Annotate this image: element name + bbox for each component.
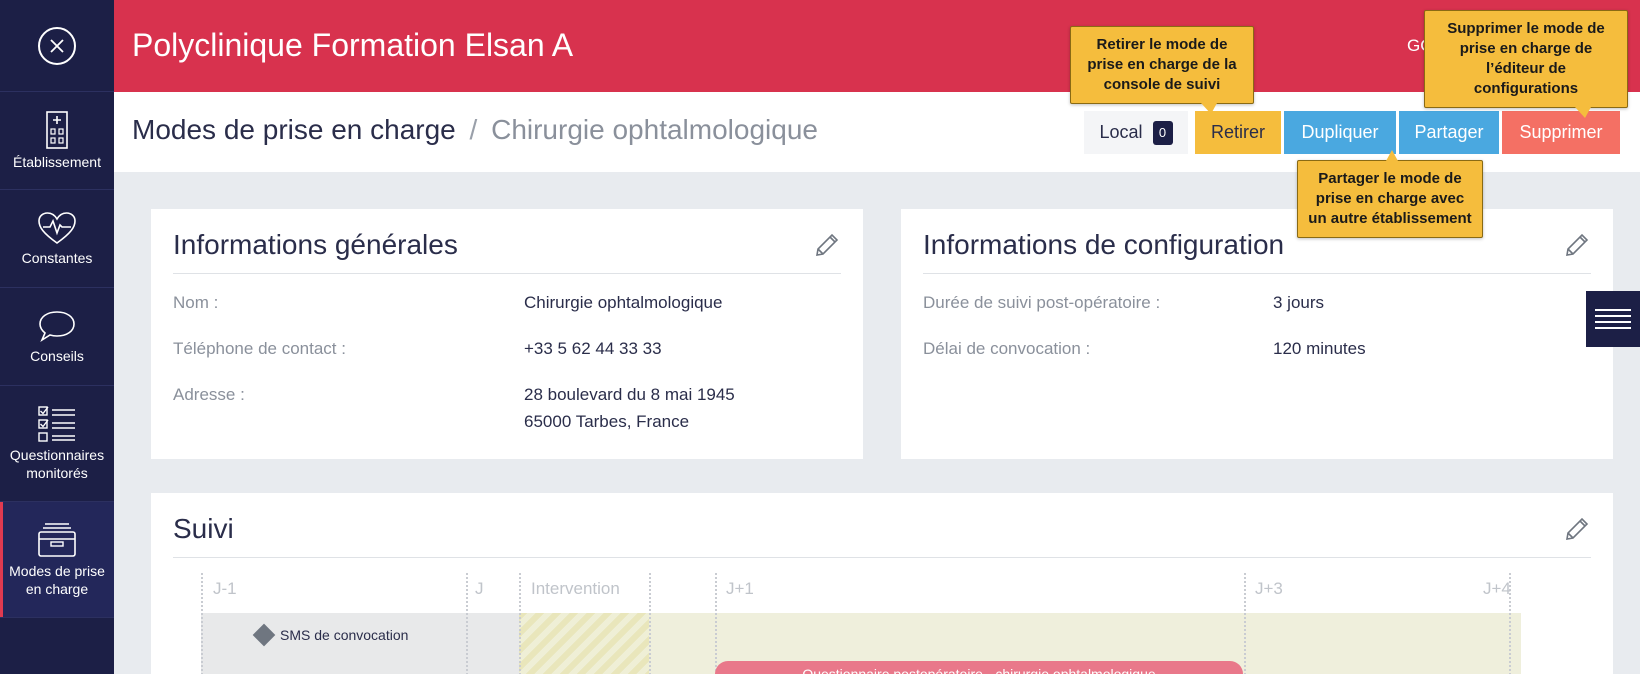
local-count-badge: 0 xyxy=(1152,120,1173,145)
hospital-icon xyxy=(46,110,68,149)
field-label: Durée de suivi post-opératoire : xyxy=(923,293,1161,312)
heart-pulse-icon xyxy=(38,211,76,244)
menu-line xyxy=(1595,321,1631,323)
timeline-marker-line xyxy=(1244,573,1246,674)
checklist-icon xyxy=(38,405,75,442)
dupliquer-button[interactable]: Dupliquer xyxy=(1284,111,1396,154)
timeline-label: Intervention xyxy=(531,579,620,598)
card-title: Informations générales xyxy=(173,229,458,260)
menu-line xyxy=(1595,315,1631,317)
timeline: J-1 J Intervention J+1 J+3 J+4 SMS de co… xyxy=(201,573,1521,674)
close-icon xyxy=(38,26,76,65)
field-label: Nom : xyxy=(173,293,219,312)
timeline-label: J+1 xyxy=(726,579,754,598)
tooltip-supprimer: Supprimer le mode de prise en charge de … xyxy=(1424,10,1628,118)
tooltip-retirer: Retirer le mode de prise en charge de la… xyxy=(1070,26,1254,114)
timeline-marker-line xyxy=(649,573,651,674)
partager-button[interactable]: Partager xyxy=(1399,111,1499,154)
breadcrumb-separator: / xyxy=(469,114,478,145)
sms-event-label: SMS de convocation xyxy=(280,627,409,643)
sidebar-item-label: Conseils xyxy=(30,347,84,364)
field-value-line1: 28 boulevard du 8 mai 1945 xyxy=(524,385,735,404)
timeline-label: J+4 xyxy=(1483,579,1511,598)
side-panel-toggle[interactable] xyxy=(1586,291,1640,347)
menu-lines-icon xyxy=(1595,309,1631,311)
timeline-label: J-1 xyxy=(213,579,237,598)
local-status: Local 0 xyxy=(1084,111,1188,154)
supprimer-button[interactable]: Supprimer xyxy=(1502,111,1620,154)
card-divider xyxy=(173,273,841,274)
timeline-track-before xyxy=(201,613,519,674)
field-value: 3 jours xyxy=(1273,293,1325,312)
card-divider xyxy=(923,273,1591,274)
sidebar-item-label: Modes de prise en charge xyxy=(9,562,105,597)
config-info-card: Informations de configuration Durée de s… xyxy=(901,209,1613,459)
sms-event[interactable]: SMS de convocation xyxy=(252,623,409,647)
timeline-marker-line xyxy=(466,573,468,674)
diamond-icon xyxy=(252,623,276,647)
timeline-intervention-zone xyxy=(519,613,649,674)
breadcrumb-parent[interactable]: Modes de prise en charge xyxy=(132,114,456,145)
card-title: Suivi xyxy=(173,513,234,544)
field-value: Chirurgie ophtalmologique xyxy=(524,293,723,312)
retirer-button[interactable]: Retirer xyxy=(1195,111,1281,154)
field-label: Délai de convocation : xyxy=(923,339,1091,358)
field-value-line2: 65000 Tarbes, France xyxy=(524,412,690,431)
timeline-marker-line xyxy=(201,573,203,674)
sidebar: Établissement Constantes Conseils Questi… xyxy=(0,0,114,674)
sidebar-item-label: Établissement xyxy=(13,153,101,170)
timeline-marker-line xyxy=(715,573,717,674)
app-title: Polyclinique Formation Elsan A xyxy=(132,27,574,63)
field-label: Adresse : xyxy=(173,385,245,404)
pencil-icon[interactable] xyxy=(1563,515,1591,543)
sidebar-item-modes-prise-en-charge[interactable]: Modes de prise en charge xyxy=(0,502,114,618)
local-label: Local xyxy=(1099,122,1143,142)
field-value: 120 minutes xyxy=(1273,339,1366,358)
suivi-card: Suivi J-1 J Intervention J+1 J+3 J+4 SMS… xyxy=(151,493,1613,674)
breadcrumb: Modes de prise en charge / Chirurgie oph… xyxy=(132,114,818,146)
pencil-icon[interactable] xyxy=(813,231,841,259)
sidebar-item-conseils[interactable]: Conseils xyxy=(0,288,114,386)
card-title: Informations de configuration xyxy=(923,229,1285,260)
sidebar-item-constantes[interactable]: Constantes xyxy=(0,190,114,288)
sidebar-item-questionnaires[interactable]: Questionnaires monitorés xyxy=(0,386,114,502)
sidebar-item-etablissement[interactable]: Établissement xyxy=(0,92,114,190)
menu-line xyxy=(1595,327,1631,329)
breadcrumb-current: Chirurgie ophtalmologique xyxy=(491,114,818,145)
app-header: Polyclinique Formation Elsan A GC xyxy=(114,0,1640,92)
tooltip-partager: Partager le mode de prise en charge avec… xyxy=(1297,150,1483,238)
archive-box-icon xyxy=(38,522,76,557)
card-divider xyxy=(173,557,1591,558)
timeline-marker-line xyxy=(519,573,521,674)
sidebar-item-label: Constantes xyxy=(21,249,93,266)
timeline-label: J+3 xyxy=(1255,579,1283,598)
general-info-card: Informations générales Nom : Chirurgie o… xyxy=(151,209,863,459)
questionnaire-event-bar[interactable]: Questionnaire postopératoire - chirurgie… xyxy=(715,661,1243,674)
field-value: +33 5 62 44 33 33 xyxy=(524,339,662,358)
timeline-label: J xyxy=(475,579,484,598)
field-label: Téléphone de contact : xyxy=(173,339,346,358)
close-menu-button[interactable] xyxy=(0,0,114,92)
speech-bubble-icon xyxy=(39,310,75,342)
sidebar-item-label: Questionnaires monitorés xyxy=(9,446,105,481)
pencil-icon[interactable] xyxy=(1563,231,1591,259)
